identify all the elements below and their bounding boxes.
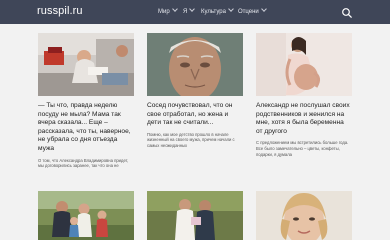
nav-item-ya[interactable]: Я <box>183 6 196 16</box>
article-thumbnail[interactable] <box>256 191 352 240</box>
article-image <box>38 191 134 240</box>
article-card[interactable]: Сосед почувствовал, что он свое отработа… <box>147 33 243 149</box>
article-excerpt: О том, что Александра Владимировна приде… <box>38 157 129 169</box>
nav-item-kultura[interactable]: Культура <box>201 6 234 16</box>
article-thumbnail[interactable] <box>38 33 134 96</box>
chevron-down-icon <box>189 6 196 12</box>
article-thumbnail[interactable] <box>147 33 243 96</box>
chevron-down-icon <box>228 6 234 12</box>
search-icon <box>342 8 352 18</box>
nav-item-label: Я <box>183 9 188 15</box>
search-button[interactable] <box>341 6 353 18</box>
article-image <box>147 191 243 240</box>
article-image <box>256 191 352 240</box>
article-excerpt: С предложением мы встретились больше год… <box>256 140 349 157</box>
article-title[interactable]: Сосед почувствовал, что он свое отработа… <box>147 102 243 128</box>
article-title[interactable]: — Ты что, правда неделю посуду не мыла? … <box>38 102 134 154</box>
article-thumbnail[interactable] <box>147 191 243 240</box>
nav-item-label: Мир <box>158 9 170 15</box>
chevron-down-icon <box>171 6 178 12</box>
site-logo[interactable]: russpil.ru <box>37 5 83 17</box>
chevron-down-icon <box>260 6 267 12</box>
article-title[interactable]: Александр не послушал своих родственнико… <box>256 102 352 136</box>
nav-item-label: Отцени <box>238 9 259 15</box>
article-thumbnail[interactable] <box>256 33 352 96</box>
nav-item-label: Культура <box>201 9 226 15</box>
nav-item-otceni[interactable]: Отцени <box>238 6 267 16</box>
top-navigation-bar: russpil.ru Мир Я Культура Отцени <box>0 0 390 24</box>
article-image <box>256 33 352 96</box>
article-thumbnail[interactable] <box>38 191 134 240</box>
article-image <box>147 33 243 96</box>
nav-item-mir[interactable]: Мир <box>158 6 178 16</box>
article-image <box>38 33 134 96</box>
article-card[interactable]: — Ты что, правда неделю посуду не мыла? … <box>38 33 134 169</box>
article-card[interactable]: Александр не послушал своих родственнико… <box>256 33 352 157</box>
article-excerpt: Помню, как мое детство прошло в начале ж… <box>147 131 235 148</box>
